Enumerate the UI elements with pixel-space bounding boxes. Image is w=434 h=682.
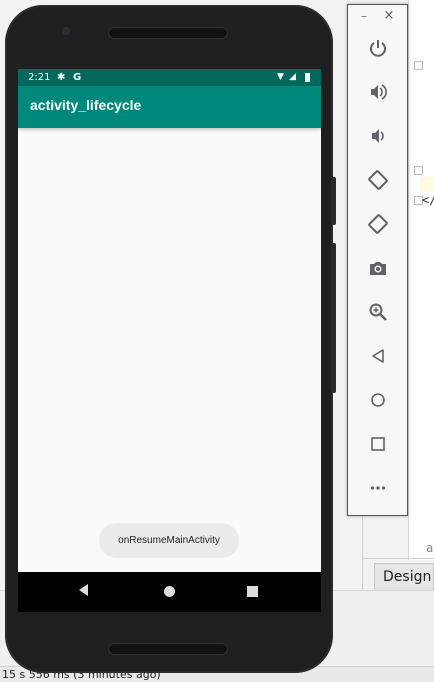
ide-fold-marker[interactable]	[414, 61, 423, 70]
power-icon	[370, 40, 386, 57]
overview-button[interactable]	[363, 429, 393, 459]
minimize-button[interactable]: –	[358, 10, 370, 22]
ide-fold-marker[interactable]	[414, 166, 423, 175]
close-button[interactable]: ×	[383, 9, 395, 22]
more-button[interactable]	[363, 473, 393, 503]
front-camera	[62, 27, 70, 35]
power-button[interactable]	[363, 33, 393, 63]
volume-down-icon	[372, 129, 384, 143]
volume-down-button[interactable]	[363, 121, 393, 151]
home-circle-icon	[371, 393, 385, 407]
ide-line-highlight	[420, 177, 434, 192]
back-triangle-icon	[372, 349, 384, 363]
home-button[interactable]	[363, 385, 393, 415]
overview-square-icon	[371, 437, 385, 451]
volume-up-icon	[371, 84, 387, 100]
app-bar: activity_lifecycle	[18, 86, 321, 128]
rotate-right-button[interactable]	[363, 209, 393, 239]
back-button[interactable]	[363, 341, 393, 371]
emulator-toolbar: – ×	[347, 4, 408, 516]
back-icon[interactable]	[79, 584, 88, 596]
google-icon: G	[73, 72, 82, 83]
rotate-left-button[interactable]	[363, 165, 393, 195]
volume-up-button[interactable]	[363, 77, 393, 107]
battery-icon	[305, 73, 310, 82]
device-screen[interactable]: 2:21 ✱ G ▼ ◢ activity_lifecycle onResume…	[18, 69, 321, 612]
camera-icon	[370, 262, 386, 275]
ide-divider	[362, 558, 434, 559]
zoom-button[interactable]	[363, 297, 393, 327]
zoom-icon	[369, 303, 387, 321]
toast-message: onResumeMainActivity	[99, 523, 239, 558]
status-bar: 2:21 ✱ G ▼ ◢	[18, 69, 321, 86]
bottom-speaker	[108, 643, 228, 655]
top-speaker	[108, 27, 228, 39]
wifi-icon: ▼	[277, 72, 284, 82]
design-tab[interactable]: Design	[374, 563, 434, 590]
ide-code-fragment: </	[422, 193, 434, 207]
phone-side-button	[332, 177, 336, 225]
screenshot-button[interactable]	[363, 253, 393, 283]
rotate-right-icon	[368, 214, 388, 234]
app-title: activity_lifecycle	[30, 97, 142, 113]
more-dots-icon	[370, 486, 386, 490]
recent-apps-icon[interactable]	[247, 586, 258, 597]
rotate-left-icon	[368, 170, 388, 190]
settings-icon: ✱	[57, 72, 66, 83]
signal-icon: ◢	[289, 72, 296, 82]
ide-right-fragment: a	[426, 541, 434, 555]
phone-side-button	[332, 243, 336, 393]
home-icon[interactable]	[164, 586, 175, 597]
phone-frame: 2:21 ✱ G ▼ ◢ activity_lifecycle onResume…	[5, 5, 336, 673]
navigation-bar	[18, 572, 321, 612]
ide-editor-area	[408, 0, 434, 560]
ide-divider	[362, 515, 363, 590]
status-time: 2:21	[28, 72, 51, 83]
